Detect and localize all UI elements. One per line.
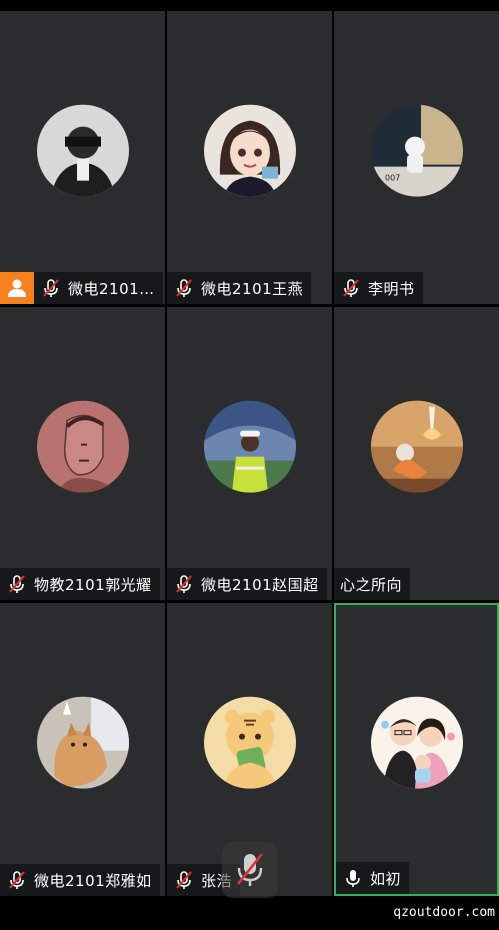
participant-name: 李明书 (368, 279, 415, 298)
mic-muted-icon (176, 871, 192, 889)
avatar-icon-astronaut-rocket (370, 400, 463, 493)
participant-grid: 微电2101… 微电2101王燕 007 李明书 物教2101郭光耀 微电210… (0, 11, 499, 896)
participant-label: 微电2101赵国超 (167, 568, 327, 600)
participant-label: 物教2101郭光耀 (0, 568, 160, 600)
avatar-icon-anime-girl (203, 104, 296, 197)
host-user-icon (0, 272, 34, 304)
watermark: qzoutdoor.com (393, 905, 495, 920)
mute-toggle-button[interactable] (222, 842, 278, 898)
mic-on-icon (346, 870, 360, 887)
participant-label: 心之所向 (334, 568, 411, 600)
participant-name: 微电2101王燕 (201, 279, 304, 298)
mic-muted-icon (176, 279, 192, 297)
participant-tile[interactable]: 物教2101郭光耀 (0, 307, 165, 600)
participant-name: 微电2101… (68, 279, 155, 298)
avatar-icon-cat (36, 696, 129, 789)
svg-text:007: 007 (385, 173, 400, 182)
avatar-icon-tiger-cartoon (203, 696, 296, 789)
participant-name: 如初 (370, 869, 402, 888)
participant-tile[interactable]: 微电2101赵国超 (167, 307, 332, 600)
avatar-icon-stadium-worker (203, 400, 296, 493)
participant-label: 李明书 (334, 272, 423, 304)
mic-muted-icon (176, 575, 192, 593)
participant-tile[interactable]: 微电2101… (0, 11, 165, 304)
participant-tile[interactable]: 心之所向 (334, 307, 499, 600)
mic-muted-icon (236, 853, 264, 886)
participant-name: 心之所向 (340, 575, 403, 594)
participant-label: 微电2101… (34, 272, 163, 304)
participant-tile[interactable]: 微电2101郑雅如 (0, 603, 165, 896)
avatar-icon-person-camera (36, 104, 129, 197)
participant-name: 微电2101郑雅如 (34, 871, 152, 890)
mic-muted-icon (43, 279, 59, 297)
mic-muted-icon (9, 575, 25, 593)
participant-label: 微电2101郑雅如 (0, 864, 160, 896)
avatar-icon-family-cartoon (370, 696, 463, 789)
participant-name: 物教2101郭光耀 (34, 575, 152, 594)
participant-name: 微电2101赵国超 (201, 575, 319, 594)
avatar-icon-sketch-portrait (36, 400, 129, 493)
participant-tile[interactable]: 微电2101王燕 (167, 11, 332, 304)
mic-muted-icon (9, 871, 25, 889)
participant-tile-active-speaker[interactable]: 如初 (334, 603, 499, 896)
mic-muted-icon (343, 279, 359, 297)
participant-label: 如初 (336, 862, 410, 894)
participant-tile[interactable]: 007 李明书 (334, 11, 499, 304)
participant-label: 微电2101王燕 (167, 272, 312, 304)
avatar-icon-astronaut-figure: 007 (370, 104, 463, 197)
